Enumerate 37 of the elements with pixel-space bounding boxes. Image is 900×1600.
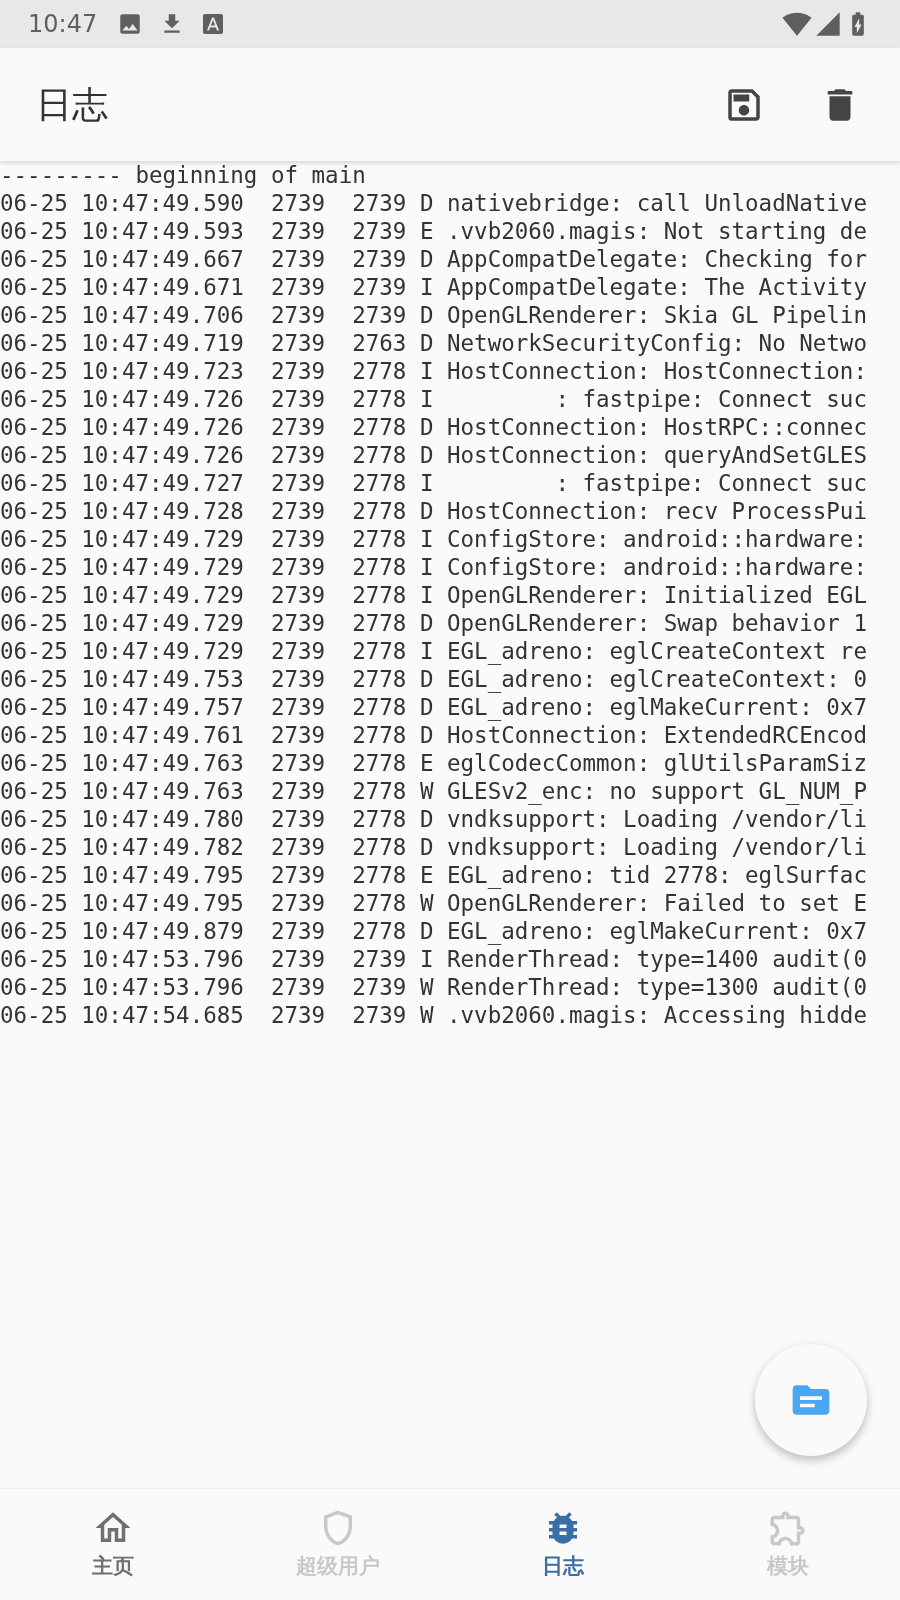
log-line: 06-25 10:47:49.593 2739 2739 E .vvb2060.magis: Not starting de bbox=[0, 217, 867, 245]
log-line: 06-25 10:47:49.729 2739 2778 I OpenGLRenderer: Initialized EGL bbox=[0, 581, 867, 609]
log-line: 06-25 10:47:49.726 2739 2778 D HostConnection: queryAndSetGLES bbox=[0, 441, 867, 469]
log-line: 06-25 10:47:49.727 2739 2778 I : fastpipe: Connect suc bbox=[0, 469, 867, 497]
log-line: 06-25 10:47:49.729 2739 2778 I EGL_adreno: eglCreateContext re bbox=[0, 637, 867, 665]
page-title: 日志 bbox=[36, 82, 108, 127]
log-line: 06-25 10:47:49.706 2739 2739 D OpenGLRenderer: Skia GL Pipelin bbox=[0, 301, 867, 329]
log-line: --------- beginning of main bbox=[0, 161, 366, 189]
log-line: 06-25 10:47:49.667 2739 2739 D AppCompatDelegate: Checking for bbox=[0, 245, 867, 273]
log-line: 06-25 10:47:49.728 2739 2778 D HostConnection: recv ProcessPui bbox=[0, 497, 867, 525]
log-line: 06-25 10:47:49.729 2739 2778 D OpenGLRenderer: Swap behavior 1 bbox=[0, 609, 867, 637]
log-line: 06-25 10:47:53.796 2739 2739 I RenderThread: type=1400 audit(0 bbox=[0, 945, 867, 973]
status-time: 10:47 bbox=[28, 9, 98, 40]
log-line: 06-25 10:47:49.590 2739 2739 D nativebridge: call UnloadNative bbox=[0, 189, 867, 217]
log-line: 06-25 10:47:49.763 2739 2778 W GLESv2_enc: no support GL_NUM_P bbox=[0, 777, 867, 805]
log-line: 06-25 10:47:54.685 2739 2739 W .vvb2060.magis: Accessing hidde bbox=[0, 1001, 867, 1029]
log-line: 06-25 10:47:49.780 2739 2778 D vndksupport: Loading /vendor/li bbox=[0, 805, 867, 833]
log-line: 06-25 10:47:49.729 2739 2778 I ConfigStore: android::hardware: bbox=[0, 525, 867, 553]
nav-tab[interactable]: 主页 bbox=[0, 1489, 225, 1600]
log-line: 06-25 10:47:49.795 2739 2778 W OpenGLRenderer: Failed to set E bbox=[0, 889, 867, 917]
log-line: 06-25 10:47:49.719 2739 2763 D NetworkSecurityConfig: No Netwo bbox=[0, 329, 867, 357]
log-line: 06-25 10:47:49.761 2739 2778 D HostConnection: ExtendedRCEncod bbox=[0, 721, 867, 749]
font-icon bbox=[201, 12, 226, 36]
log-line: 06-25 10:47:49.795 2739 2778 E EGL_adreno: tid 2778: eglSurfac bbox=[0, 861, 867, 889]
log-line: 06-25 10:47:49.782 2739 2778 D vndksupport: Loading /vendor/li bbox=[0, 833, 867, 861]
log-line: 06-25 10:47:49.726 2739 2778 D HostConnection: HostRPC::connec bbox=[0, 413, 867, 441]
log-line: 06-25 10:47:49.729 2739 2778 I ConfigStore: android::hardware: bbox=[0, 553, 867, 581]
signal-icon bbox=[814, 10, 842, 38]
log-line: 06-25 10:47:49.757 2739 2778 D EGL_adreno: eglMakeCurrent: 0x7 bbox=[0, 693, 867, 721]
log-line: 06-25 10:47:49.753 2739 2778 D EGL_adreno: eglCreateContext: 0 bbox=[0, 665, 867, 693]
log-line: 06-25 10:47:49.723 2739 2778 I HostConnection: HostConnection: bbox=[0, 357, 867, 385]
log-line: 06-25 10:47:49.763 2739 2778 E eglCodecCommon: glUtilsParamSiz bbox=[0, 749, 867, 777]
log-line: 06-25 10:47:49.671 2739 2739 I AppCompatDelegate: The Activity bbox=[0, 273, 867, 301]
log-line: 06-25 10:47:49.726 2739 2778 I : fastpipe: Connect suc bbox=[0, 385, 867, 413]
nav-tab[interactable]: 日志 bbox=[450, 1489, 675, 1600]
log-line: 06-25 10:47:49.879 2739 2778 D EGL_adreno: eglMakeCurrent: 0x7 bbox=[0, 917, 867, 945]
log-line: 06-25 10:47:53.796 2739 2739 W RenderThread: type=1300 audit(0 bbox=[0, 973, 867, 1001]
